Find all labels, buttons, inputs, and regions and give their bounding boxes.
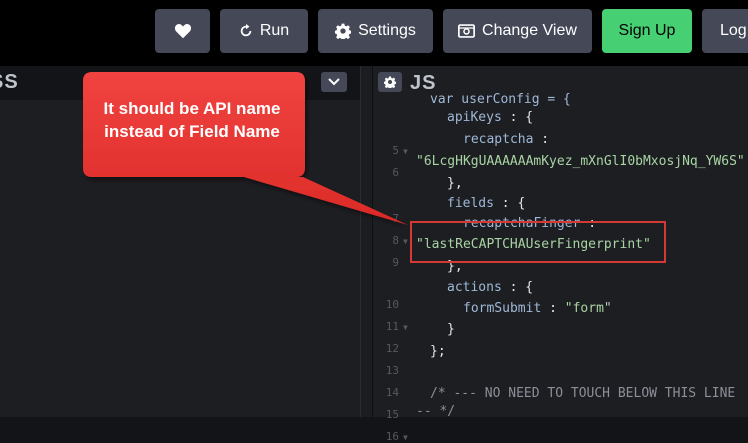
- line-number: 5: [392, 144, 399, 157]
- css-pane-header: SS: [0, 66, 360, 100]
- code-line-11: actions : {: [447, 280, 534, 295]
- fold-arrow-icon[interactable]: ▼: [403, 323, 408, 332]
- code-line-6-value: "6LcgHKgUAAAAAAmKyez_mXnGlI0bMxosjNq_YW6…: [416, 154, 745, 169]
- highlight-rectangle: [410, 221, 666, 263]
- code-line-13: }: [447, 322, 455, 337]
- code-line-6: recaptcha :: [463, 132, 550, 147]
- line-number: 9: [392, 256, 399, 269]
- gear-icon: [335, 23, 352, 39]
- heart-button[interactable]: [155, 9, 210, 53]
- line-number: 6: [392, 166, 399, 179]
- line-number: 15: [385, 408, 399, 421]
- signup-button[interactable]: Sign Up: [602, 9, 692, 53]
- callout-line-1: It should be API name: [103, 99, 281, 118]
- pane-resize-handle[interactable]: [360, 66, 373, 417]
- js-pane-settings-button[interactable]: [378, 72, 402, 92]
- callout-text: It should be API name instead of Field N…: [84, 97, 300, 143]
- change-view-label: Change View: [482, 22, 577, 39]
- css-pane-title: SS: [0, 71, 19, 93]
- login-button[interactable]: Log: [702, 9, 748, 53]
- login-label: Log: [720, 22, 747, 39]
- line-number: 12: [385, 342, 399, 355]
- code-line-12: formSubmit : "form": [463, 301, 612, 316]
- settings-label: Settings: [358, 22, 416, 39]
- line-number: 10: [385, 298, 399, 311]
- line-number: 11: [385, 320, 399, 333]
- line-number-gutter: 5 ▼ 6 7 8 ▼ 9 10 11 ▼ 12 13 14 15 16 ▼: [373, 100, 408, 443]
- signup-label: Sign Up: [618, 22, 676, 39]
- line-number: 14: [385, 386, 399, 399]
- code-line-4-partial: var userConfig = {: [430, 92, 571, 107]
- line-number: 16: [385, 430, 399, 443]
- fold-arrow-icon[interactable]: ▼: [403, 237, 408, 246]
- line-number: 7: [392, 212, 399, 225]
- code-line-16: /* --- NO NEED TO TOUCH BELOW THIS LINE: [430, 386, 736, 401]
- code-line-7: },: [447, 176, 463, 191]
- settings-button[interactable]: Settings: [318, 9, 433, 53]
- code-line-8: fields : {: [447, 196, 526, 211]
- line-number: 13: [385, 364, 399, 377]
- change-view-button[interactable]: Change View: [443, 9, 592, 53]
- layout-icon: [458, 24, 476, 38]
- css-pane-options-button[interactable]: [321, 72, 347, 92]
- code-line-5: apiKeys : {: [447, 110, 534, 125]
- code-line-14: };: [430, 344, 446, 359]
- chevron-down-icon: [328, 78, 340, 86]
- run-button[interactable]: Run: [220, 9, 308, 53]
- run-label: Run: [259, 22, 290, 39]
- refresh-icon: [239, 24, 253, 38]
- top-toolbar: Run Settings Change View Sign Up Log: [0, 0, 748, 66]
- heart-icon: [174, 24, 191, 39]
- fold-arrow-icon[interactable]: ▼: [403, 147, 408, 156]
- fold-arrow-icon[interactable]: ▼: [403, 433, 408, 442]
- gear-icon: [384, 76, 396, 88]
- callout-line-2: instead of Field Name: [104, 122, 280, 141]
- line-number: 8: [392, 234, 399, 247]
